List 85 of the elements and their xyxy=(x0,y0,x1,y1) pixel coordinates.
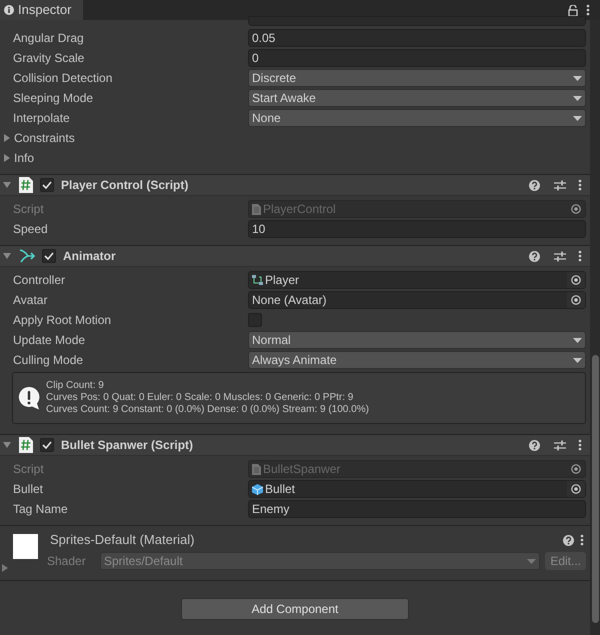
object-field[interactable]: Player xyxy=(248,271,586,289)
script-file-icon xyxy=(252,464,261,474)
text-field[interactable] xyxy=(248,16,586,26)
collapsed-arrow-icon[interactable] xyxy=(3,154,11,162)
info-text: Curves Pos: 0 Quat: 0 Euler: 0 Scale: 0 Muscles: 0 Generic: 0 PPtr: 9 xyxy=(46,392,354,404)
script-file-icon xyxy=(252,204,261,214)
dropdown[interactable]: Normal xyxy=(248,331,586,349)
component-title: Animator xyxy=(63,248,117,265)
presets-sliders-icon[interactable] xyxy=(554,250,566,262)
text-field[interactable]: 10 xyxy=(248,220,586,238)
dropdown[interactable]: Discrete xyxy=(248,69,586,87)
help-icon[interactable] xyxy=(529,180,540,190)
script-file-icon xyxy=(19,177,33,193)
collapsed-arrow-icon[interactable] xyxy=(3,134,11,142)
text-field[interactable]: Enemy xyxy=(248,500,586,518)
text-field[interactable]: 0 xyxy=(248,49,586,67)
field-label: Apply Root Motion xyxy=(12,312,112,329)
enable-checkbox[interactable] xyxy=(40,438,54,452)
dropdown-caret-icon xyxy=(573,96,582,100)
text-field[interactable]: 0.05 xyxy=(248,29,586,47)
expanded-arrow-icon[interactable] xyxy=(3,181,11,189)
field-label: Script xyxy=(12,461,45,478)
more-options-icon[interactable] xyxy=(580,534,584,546)
object-field[interactable]: None (Avatar) xyxy=(248,291,586,309)
field-label: Gravity Scale xyxy=(12,50,86,67)
dropdown-caret-icon xyxy=(573,358,582,362)
script-file-icon xyxy=(19,437,33,453)
object-field: BulletSpanwer xyxy=(248,460,586,478)
collapsed-arrow-icon[interactable] xyxy=(2,564,8,572)
help-icon[interactable] xyxy=(529,440,540,450)
help-icon[interactable] xyxy=(529,250,540,262)
enable-checkbox[interactable] xyxy=(40,178,54,192)
foldout-toggle[interactable]: Info xyxy=(0,149,34,167)
field-label: Update Mode xyxy=(12,332,86,349)
help-icon[interactable] xyxy=(563,534,574,546)
cube-icon xyxy=(252,484,263,494)
controller-icon xyxy=(252,275,263,285)
info-icon xyxy=(4,5,14,15)
dropdown[interactable]: None xyxy=(248,109,586,127)
material-preview-swatch xyxy=(13,534,38,559)
field-label: Controller xyxy=(12,272,66,289)
enable-checkbox[interactable] xyxy=(42,249,56,263)
presets-sliders-icon[interactable] xyxy=(554,180,566,190)
animator-icon xyxy=(19,249,35,263)
lock-icon[interactable] xyxy=(568,4,578,16)
more-options-icon[interactable] xyxy=(586,4,590,16)
field-label: Shader xyxy=(47,553,87,570)
object-field: PlayerControl xyxy=(248,200,586,218)
dropdown-caret-icon xyxy=(573,76,582,80)
component-title: Bullet Spanwer (Script) xyxy=(61,437,194,454)
field-label: Interpolate xyxy=(12,110,71,127)
presets-sliders-icon[interactable] xyxy=(554,440,566,450)
expanded-arrow-icon[interactable] xyxy=(3,252,11,260)
field-label: Angular Drag xyxy=(12,30,85,47)
field-label: Bullet xyxy=(12,481,44,498)
checkmark-icon xyxy=(42,441,52,449)
dropdown-caret-icon xyxy=(573,116,582,120)
object-field[interactable]: Bullet xyxy=(248,480,586,498)
field-label: Avatar xyxy=(12,292,48,309)
dropdown-caret-icon xyxy=(527,558,536,564)
field-label: Script xyxy=(12,201,45,218)
inspector-tab[interactable]: Inspector xyxy=(0,0,84,20)
dropdown[interactable]: Start Awake xyxy=(248,89,586,107)
more-options-icon[interactable] xyxy=(578,439,582,451)
field-label: Tag Name xyxy=(12,501,69,518)
info-text: Clip Count: 9 xyxy=(46,380,105,392)
more-options-icon[interactable] xyxy=(578,250,582,262)
scrollbar-thumb[interactable] xyxy=(592,355,599,623)
checkmark-icon xyxy=(42,181,52,189)
field-label: Culling Mode xyxy=(12,352,84,369)
field-label: Sleeping Mode xyxy=(12,90,94,107)
dropdown-caret-icon xyxy=(573,338,582,342)
component-title: Player Control (Script) xyxy=(61,177,190,194)
expanded-arrow-icon[interactable] xyxy=(3,441,11,449)
field-label: Speed xyxy=(12,221,49,238)
checkmark-icon xyxy=(44,252,54,260)
foldout-toggle[interactable]: Constraints xyxy=(0,129,75,147)
dropdown[interactable]: Always Animate xyxy=(248,351,586,369)
info-text: Curves Count: 9 Constant: 0 (0.0%) Dense: 0 (0.0%) Stream: 9 (100.0%) xyxy=(46,404,369,416)
add-component-button[interactable]: Add Component xyxy=(181,598,409,620)
material-title: Sprites-Default (Material) xyxy=(49,531,196,550)
more-options-icon[interactable] xyxy=(578,179,582,191)
warning-bubble-icon xyxy=(18,386,40,410)
field-label: Collision Detection xyxy=(12,70,114,87)
scrollbar[interactable] xyxy=(590,20,600,635)
